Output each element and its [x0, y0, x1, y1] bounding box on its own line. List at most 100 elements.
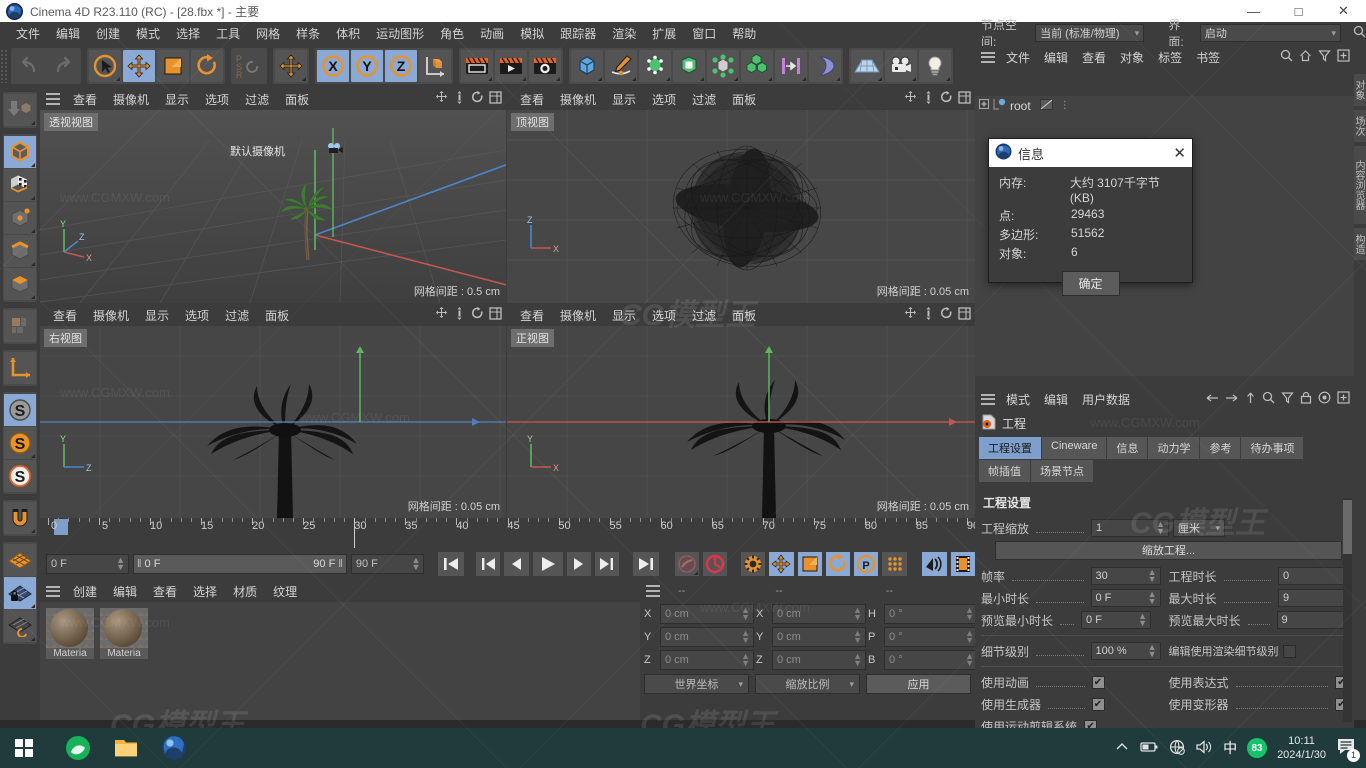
menu-item-2[interactable]: 创建 [88, 23, 128, 44]
live-selection-icon[interactable] [89, 50, 121, 82]
viewport-menu-panel[interactable]: 面板 [725, 306, 763, 325]
lock-icon[interactable] [1300, 391, 1312, 407]
rotation-h-field[interactable]: 0 ° ▲ ▼ [884, 604, 978, 624]
attr-menu-edit[interactable]: 编辑 [1038, 390, 1074, 409]
spinner-icon[interactable]: ▲ ▼ [741, 629, 750, 645]
menu-item-16[interactable]: 窗口 [684, 23, 724, 44]
axis-z-button[interactable]: Z [385, 50, 417, 82]
spinner-icon[interactable]: ▲ ▼ [1156, 520, 1165, 536]
use-animation-checkbox[interactable]: ✔ [1091, 675, 1105, 689]
scale-icon[interactable] [157, 50, 189, 82]
vtab-structure[interactable]: 构造 [1353, 228, 1366, 260]
spinner-icon[interactable]: ▲ ▼ [741, 606, 750, 622]
rotate-view-icon[interactable] [471, 91, 484, 107]
tab-todo[interactable]: 待办事项 [1241, 437, 1304, 459]
object-menu-bookmark[interactable]: 书签 [1190, 48, 1226, 67]
axis-y-button[interactable]: Y [351, 50, 383, 82]
rotate-view-icon[interactable] [940, 91, 953, 107]
viewport-perspective[interactable]: 查看 摄像机 显示 选项 过滤 面板 Y X Z 透视视图 默认摄像机 网格间距… [40, 88, 506, 303]
filter-icon[interactable] [1318, 49, 1331, 65]
menu-item-15[interactable]: 扩展 [644, 23, 684, 44]
object-snap-icon[interactable]: S [4, 427, 36, 459]
next-frame-button[interactable] [566, 552, 591, 576]
viewport-menu-camera[interactable]: 摄像机 [106, 90, 156, 109]
size-z-field[interactable]: 0 cm ▲ ▼ [772, 650, 866, 670]
lod-field[interactable]: 100 % ▲ ▼ [1090, 642, 1161, 660]
spinner-icon[interactable]: ▲ ▼ [116, 556, 125, 572]
plus-icon[interactable] [1337, 391, 1350, 407]
viewport-menu-view[interactable]: 查看 [46, 306, 84, 325]
vtab-objects[interactable]: 对象 [1353, 74, 1366, 106]
zoom-icon[interactable] [922, 307, 935, 323]
point-level-animation-button[interactable] [882, 552, 907, 576]
next-key-button[interactable] [594, 552, 620, 576]
spinner-icon[interactable]: ▲ ▼ [965, 606, 974, 622]
viewport-menu-view[interactable]: 查看 [513, 90, 551, 109]
material-menu-material[interactable]: 材质 [226, 582, 264, 601]
up-arrow-icon[interactable] [1245, 392, 1256, 407]
tab-scene-nodes[interactable]: 场景节点 [1031, 460, 1093, 482]
menu-item-7[interactable]: 样条 [288, 23, 328, 44]
node-space-dropdown[interactable]: 当前 (标准/物理) ▾ [1035, 24, 1145, 42]
menu-item-0[interactable]: 文件 [8, 23, 48, 44]
viewport-menu-camera[interactable]: 摄像机 [86, 306, 136, 325]
coordinates-menu-icon[interactable] [646, 585, 660, 597]
viewport-menu-panel[interactable]: 面板 [278, 90, 316, 109]
object-menu-file[interactable]: 文件 [1000, 48, 1036, 67]
spinner-icon[interactable]: ▲ ▼ [853, 606, 862, 622]
windows-start-icon[interactable] [4, 733, 44, 763]
enable-axis-icon[interactable]: S [4, 394, 36, 426]
vtab-content-browser[interactable]: 内容浏览器 [1353, 146, 1366, 224]
pan-icon[interactable] [904, 91, 917, 107]
browser-icon[interactable] [56, 733, 100, 763]
polygons-mode-icon[interactable] [4, 268, 36, 300]
material-item[interactable]: Materia [100, 608, 148, 714]
network-icon[interactable] [1169, 739, 1185, 758]
timeline-ruler[interactable]: 0 5 10 15 20 25 30 35 40 45 50 55 60 65 70 75 80 85 90 [40, 518, 979, 548]
use-generators-checkbox[interactable]: ✔ [1091, 697, 1105, 711]
uv-mode-icon[interactable] [4, 310, 36, 342]
pan-icon[interactable] [435, 307, 448, 323]
render-lod-checkbox[interactable]: ✔ [1282, 644, 1296, 658]
viewport-menu-camera[interactable]: 摄像机 [553, 90, 603, 109]
volume-icon[interactable] [1195, 739, 1213, 758]
keyframe-selection-button[interactable] [740, 552, 766, 576]
menu-item-12[interactable]: 模拟 [512, 23, 552, 44]
info-dialog[interactable]: 信息 ✕ 内存: 大约 3107千字节(KB) 点: 29463 多边形: 51… [988, 138, 1193, 296]
viewport-menu-display[interactable]: 显示 [605, 306, 643, 325]
menu-item-1[interactable]: 编辑 [48, 23, 88, 44]
scale-project-button[interactable]: 缩放工程... [995, 540, 1342, 560]
edges-mode-icon[interactable] [4, 235, 36, 267]
object-tag-icon[interactable] [1039, 99, 1053, 113]
menu-item-5[interactable]: 工具 [208, 23, 248, 44]
menu-item-6[interactable]: 网格 [248, 23, 288, 44]
viewport-menu-display[interactable]: 显示 [605, 90, 643, 109]
workplane-icon[interactable] [4, 544, 36, 576]
generator-icon[interactable] [639, 50, 671, 82]
close-button[interactable]: ✕ [1321, 0, 1366, 22]
axis-mode-icon[interactable] [4, 352, 36, 384]
spinner-icon[interactable]: ▲ ▼ [1148, 590, 1157, 606]
viewport-front-canvas[interactable]: Y X 正视图 网格间距 : 0.05 cm [507, 326, 975, 518]
material-list[interactable]: Materia Materia [40, 602, 640, 720]
position-z-field[interactable]: 0 cm ▲ ▼ [660, 650, 754, 670]
zoom-icon[interactable] [922, 91, 935, 107]
battery-icon[interactable] [1139, 740, 1159, 757]
position-y-field[interactable]: 0 cm ▲ ▼ [660, 627, 754, 647]
model-mode-icon[interactable] [4, 136, 36, 168]
magnet-icon[interactable] [4, 502, 36, 534]
menu-item-10[interactable]: 角色 [432, 23, 472, 44]
move-icon[interactable] [123, 50, 155, 82]
menu-item-8[interactable]: 体积 [328, 23, 368, 44]
render-to-picture-icon[interactable] [495, 50, 527, 82]
current-frame-field[interactable]: 0 F ▲ ▼ [46, 554, 129, 574]
menu-item-3[interactable]: 模式 [128, 23, 168, 44]
viewport-menu-filter[interactable]: 过滤 [685, 306, 723, 325]
apply-button[interactable]: 应用 [866, 674, 971, 694]
material-item[interactable]: Materia [46, 608, 94, 714]
viewport-menu-panel[interactable]: 面板 [258, 306, 296, 325]
clock[interactable]: 10:11 2024/1/30 [1277, 734, 1326, 762]
material-menu-view[interactable]: 查看 [146, 582, 184, 601]
previous-key-button[interactable] [476, 552, 501, 576]
viewport-menu-options[interactable]: 选项 [198, 90, 236, 109]
